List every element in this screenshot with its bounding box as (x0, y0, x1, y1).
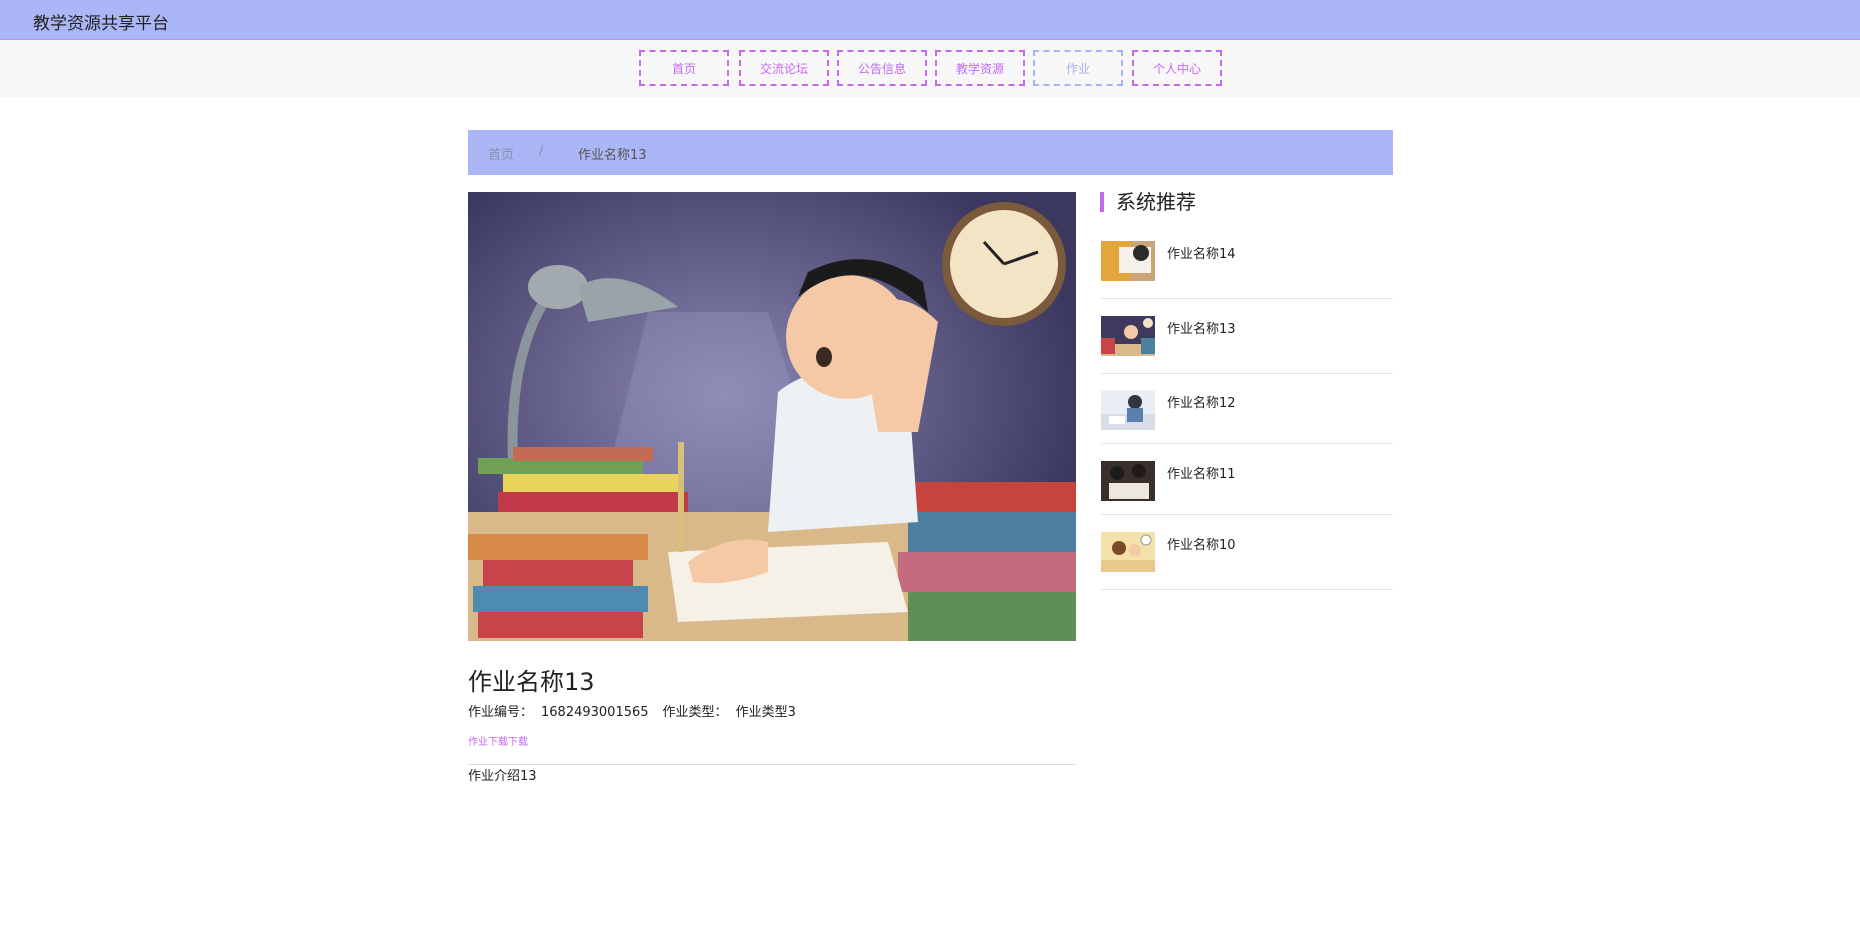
recommend-item-name: 作业名称10 (1167, 538, 1236, 553)
recommend-item-name: 作业名称12 (1167, 396, 1236, 411)
homework-title: 作业名称13 (468, 668, 595, 696)
breadcrumb: 首页 / 作业名称13 (468, 130, 1393, 175)
homework-number-label: 作业编号： (468, 705, 534, 720)
breadcrumb-current: 作业名称13 (578, 148, 647, 163)
content-divider (468, 764, 1076, 765)
nav-item-forum[interactable]: 交流论坛 (739, 50, 829, 86)
recommend-thumbnail (1101, 461, 1155, 501)
site-title: 教学资源共享平台 (33, 14, 169, 34)
homework-meta: 作业编号： 1682493001565 作业类型： 作业类型3 (468, 701, 804, 720)
nav-item-personal-center[interactable]: 个人中心 (1132, 50, 1222, 86)
recommend-thumbnail (1101, 532, 1155, 572)
recommend-item[interactable]: 作业名称12 (1101, 389, 1393, 444)
recommend-item-name: 作业名称11 (1167, 467, 1236, 482)
breadcrumb-separator: / (539, 144, 544, 159)
recommend-item-name: 作业名称14 (1167, 247, 1236, 262)
breadcrumb-home-link[interactable]: 首页 (488, 144, 514, 163)
main-nav: 首页 交流论坛 公告信息 教学资源 作业 个人中心 (0, 40, 1860, 97)
sidebar-title: 系统推荐 (1100, 192, 1196, 212)
nav-item-homework[interactable]: 作业 (1033, 50, 1123, 86)
recommend-thumbnail (1101, 390, 1155, 430)
nav-item-home[interactable]: 首页 (639, 50, 729, 86)
homework-type-value: 作业类型3 (735, 705, 796, 720)
top-header: 教学资源共享平台 (0, 0, 1860, 40)
recommend-thumbnail (1101, 241, 1155, 281)
recommend-item[interactable]: 作业名称10 (1101, 531, 1393, 590)
homework-download-link[interactable]: 作业下载下载 (468, 733, 528, 748)
homework-number-value: 1682493001565 (541, 705, 649, 720)
recommend-item[interactable]: 作业名称13 (1101, 315, 1393, 374)
homework-type-label: 作业类型： (662, 705, 728, 720)
nav-item-announcements[interactable]: 公告信息 (837, 50, 927, 86)
nav-item-resources[interactable]: 教学资源 (935, 50, 1025, 86)
homework-cover-image (468, 192, 1076, 641)
recommend-item[interactable]: 作业名称14 (1101, 240, 1393, 299)
recommend-thumbnail (1101, 316, 1155, 356)
recommend-item-name: 作业名称13 (1167, 322, 1236, 337)
recommend-item[interactable]: 作业名称11 (1101, 460, 1393, 515)
homework-intro: 作业介绍13 (468, 769, 537, 784)
